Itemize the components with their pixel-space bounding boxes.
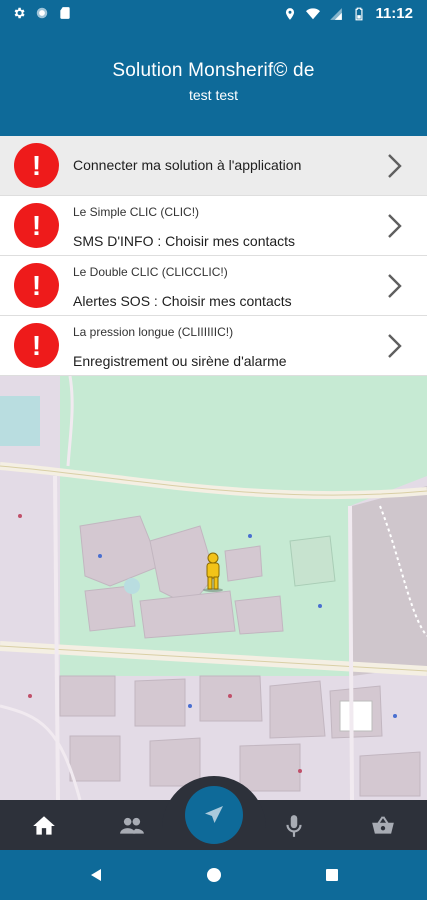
status-bar-right: 11:12 — [283, 5, 413, 22]
navigation-button[interactable] — [185, 786, 243, 844]
alert-icon: ! — [14, 143, 59, 188]
list-item-label: Alertes SOS : Choisir mes contacts — [73, 293, 292, 309]
back-icon[interactable] — [88, 867, 104, 883]
home-circle-icon[interactable] — [206, 867, 222, 883]
list-item-connect-solution[interactable]: ! Connecter ma solution à l'application — [0, 136, 427, 196]
settings-list: ! Connecter ma solution à l'application … — [0, 136, 427, 376]
list-item-label: Connecter ma solution à l'application — [73, 157, 302, 173]
chevron-right-icon — [385, 212, 405, 240]
alert-icon: ! — [14, 203, 59, 248]
status-time: 11:12 — [375, 5, 413, 22]
basket-icon[interactable] — [370, 813, 396, 839]
navigation-icon — [205, 806, 223, 823]
signal-icon — [329, 7, 343, 21]
pegman-icon[interactable] — [198, 552, 228, 592]
list-item-sublabel: Le Simple CLIC (CLIC!) — [73, 205, 200, 219]
status-bar-left — [12, 6, 72, 20]
microphone-icon[interactable] — [281, 813, 307, 839]
status-bar: 11:12 — [0, 0, 427, 28]
people-icon[interactable] — [119, 813, 145, 839]
location-icon — [283, 7, 297, 21]
gear-icon — [12, 6, 26, 20]
page-title: Solution Monsherif© de — [112, 60, 315, 81]
wifi-icon — [306, 7, 321, 21]
list-item-label: Enregistrement ou sirène d'alarme — [73, 353, 287, 369]
battery-icon — [352, 7, 366, 21]
list-item-double-clic[interactable]: ! Le Double CLIC (CLICCLIC!) Alertes SOS… — [0, 256, 427, 316]
sync-icon — [35, 6, 49, 20]
app-header: Solution Monsherif© de test test — [0, 28, 427, 136]
chevron-right-icon — [385, 332, 405, 360]
recents-icon[interactable] — [324, 867, 340, 883]
chevron-right-icon — [385, 272, 405, 300]
list-item-sublabel: Le Double CLIC (CLICCLIC!) — [73, 265, 228, 279]
page-subtitle: test test — [188, 87, 239, 103]
chevron-right-icon — [385, 152, 405, 180]
system-nav-bar — [0, 850, 427, 900]
list-item-sublabel: La pression longue (CLIIIIIIC!) — [73, 325, 234, 339]
list-item-label: SMS D'INFO : Choisir mes contacts — [73, 233, 296, 249]
home-icon[interactable] — [31, 813, 57, 839]
alert-icon: ! — [14, 263, 59, 308]
list-item-simple-clic[interactable]: ! Le Simple CLIC (CLIC!) SMS D'INFO : Ch… — [0, 196, 427, 256]
map-view[interactable] — [0, 376, 427, 800]
sd-card-icon — [58, 6, 72, 20]
alert-icon: ! — [14, 323, 59, 368]
list-item-long-press[interactable]: ! La pression longue (CLIIIIIIC!) Enregi… — [0, 316, 427, 376]
